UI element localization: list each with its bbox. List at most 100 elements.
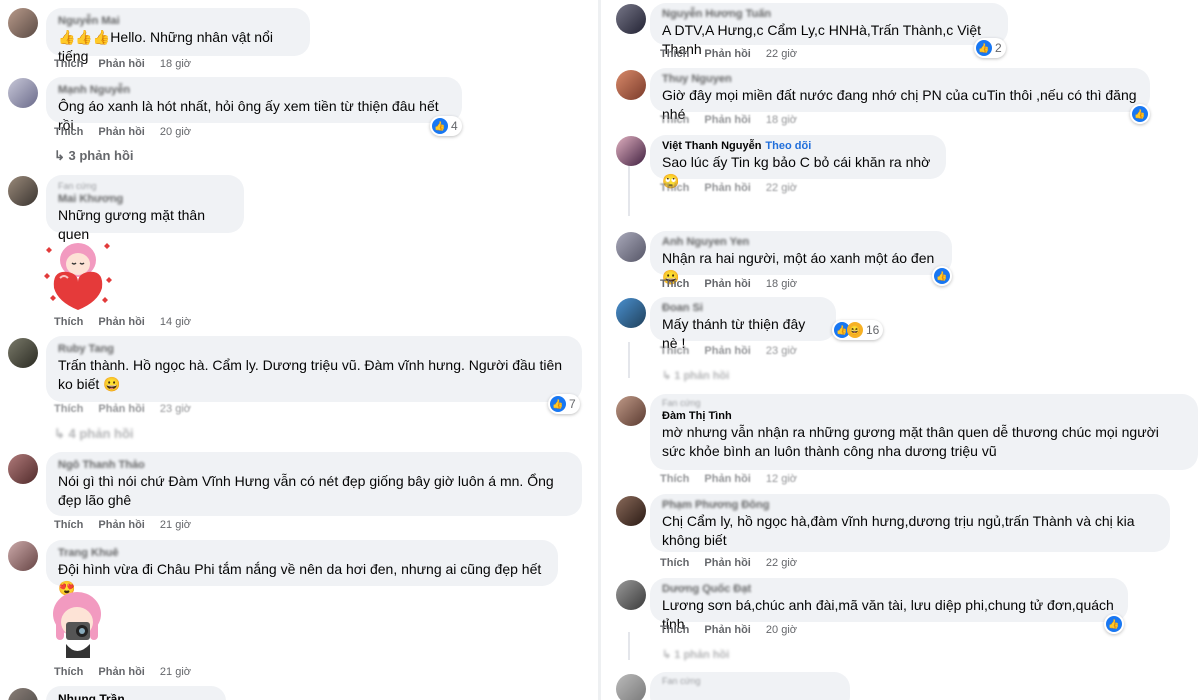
avatar[interactable]	[616, 298, 646, 328]
author-name[interactable]: Mạnh Nguyễn	[58, 83, 450, 97]
reply-button[interactable]: Phản hồi	[98, 519, 144, 531]
avatar[interactable]	[8, 8, 38, 38]
avatar[interactable]	[616, 232, 646, 262]
view-replies-link[interactable]: ↳ 1 phản hồi	[662, 648, 729, 661]
author-name[interactable]: Đoan Si	[662, 301, 824, 315]
timestamp[interactable]: 18 giờ	[766, 114, 797, 126]
comment-bubble: Trang Khuê Đội hình vừa đi Châu Phi tắm …	[46, 540, 558, 596]
author-name[interactable]: Đàm Thị Tình	[662, 409, 1186, 423]
like-button[interactable]: Thích	[660, 624, 689, 636]
reply-button[interactable]: Phản hồi	[704, 473, 750, 485]
reaction-count[interactable]: 👍 2	[974, 38, 1006, 58]
reply-button[interactable]: Phản hồi	[704, 114, 750, 126]
reaction-count[interactable]: 👍	[932, 266, 952, 286]
comment-actions: Thích Phản hồi 18 giờ	[54, 58, 203, 70]
like-button[interactable]: Thích	[54, 666, 83, 678]
reply-button[interactable]: Phản hồi	[98, 666, 144, 678]
reply-button[interactable]: Phản hồi	[98, 316, 144, 328]
timestamp[interactable]: 22 giờ	[766, 557, 797, 569]
like-button[interactable]: Thích	[660, 473, 689, 485]
reaction-count[interactable]: 👍 7	[548, 394, 580, 414]
like-button[interactable]: Thích	[54, 519, 83, 531]
reply-button[interactable]: Phản hồi	[704, 624, 750, 636]
reply-button[interactable]: Phản hồi	[704, 48, 750, 60]
avatar[interactable]	[616, 496, 646, 526]
author-name[interactable]: Anh Nguyen Yen	[662, 235, 940, 249]
like-reaction-icon: 👍	[550, 396, 566, 412]
haha-reaction-icon: 😆	[847, 322, 863, 338]
author-name[interactable]: Ruby Tang	[58, 342, 570, 356]
reply-button[interactable]: Phản hồi	[704, 345, 750, 357]
like-button[interactable]: Thích	[660, 48, 689, 60]
author-name[interactable]: Trang Khuê	[58, 546, 546, 560]
reply-button[interactable]: Phản hồi	[98, 126, 144, 138]
like-button[interactable]: Thích	[660, 557, 689, 569]
avatar[interactable]	[8, 688, 38, 700]
comment-text: Đội hình vừa đi Châu Phi tắm nắng về nên…	[58, 561, 542, 596]
like-button[interactable]: Thích	[660, 345, 689, 357]
author-name[interactable]: Ngô Thanh Thảo	[58, 458, 570, 472]
camera-girl-sticker	[53, 592, 101, 658]
view-replies-link[interactable]: ↳ 3 phản hồi	[54, 148, 134, 164]
avatar[interactable]	[8, 176, 38, 206]
avatar[interactable]	[8, 78, 38, 108]
comment-text: mờ nhưng vẫn nhận ra những gương mặt thâ…	[662, 424, 1159, 459]
author-name[interactable]: Nguyễn Hương Tuấn	[662, 7, 996, 21]
reply-button[interactable]: Phản hồi	[98, 58, 144, 70]
avatar[interactable]	[8, 541, 38, 571]
avatar[interactable]	[8, 338, 38, 368]
author-name[interactable]: Dương Quốc Đạt	[662, 582, 1116, 596]
timestamp[interactable]: 12 giờ	[766, 473, 797, 485]
timestamp[interactable]: 18 giờ	[766, 278, 797, 290]
comments-left-column: Nguyễn Mai 👍👍👍Hello. Những nhân vật nổi …	[0, 0, 600, 700]
timestamp[interactable]: 21 giờ	[160, 519, 191, 531]
avatar[interactable]	[8, 454, 38, 484]
timestamp[interactable]: 14 giờ	[160, 316, 191, 328]
reaction-count[interactable]: 👍 4	[430, 116, 462, 136]
like-button[interactable]: Thích	[54, 126, 83, 138]
avatar[interactable]	[616, 396, 646, 426]
like-button[interactable]: Thích	[54, 316, 83, 328]
timestamp[interactable]: 22 giờ	[766, 48, 797, 60]
comments-right-column: Nguyễn Hương Tuấn A DTV,A Hưng,c Cẩm Ly,…	[600, 0, 1200, 700]
view-replies-link[interactable]: ↳ 4 phản hồi	[54, 426, 134, 442]
view-replies-link[interactable]: ↳ 1 phản hồi	[662, 369, 729, 382]
reaction-count[interactable]: 👍	[1104, 614, 1124, 634]
author-name[interactable]: Nhung Trần	[58, 692, 214, 700]
timestamp[interactable]: 23 giờ	[766, 345, 797, 357]
reaction-count[interactable]: 👍 😆 16	[832, 320, 884, 340]
reaction-count[interactable]: 👍	[1130, 104, 1150, 124]
author-name[interactable]: Mai Khương	[58, 192, 232, 206]
timestamp[interactable]: 21 giờ	[160, 666, 191, 678]
avatar[interactable]	[616, 70, 646, 100]
avatar[interactable]	[616, 674, 646, 700]
like-button[interactable]: Thích	[660, 182, 689, 194]
timestamp[interactable]: 20 giờ	[766, 624, 797, 636]
reply-button[interactable]: Phản hồi	[98, 403, 144, 415]
like-button[interactable]: Thích	[660, 278, 689, 290]
comment-actions: Thích Phản hồi 20 giờ	[54, 126, 203, 138]
reply-button[interactable]: Phản hồi	[704, 557, 750, 569]
comment-bubble: Nguyễn Hương Tuấn A DTV,A Hưng,c Cẩm Ly,…	[650, 3, 1008, 57]
like-button[interactable]: Thích	[660, 114, 689, 126]
author-name[interactable]: Phạm Phương Đông	[662, 498, 1158, 512]
author-name-text[interactable]: Việt Thanh Nguyễn	[662, 140, 761, 152]
like-reaction-icon: 👍	[976, 40, 992, 56]
avatar[interactable]	[616, 136, 646, 166]
avatar[interactable]	[616, 580, 646, 610]
author-name[interactable]: Thuy Nguyen	[662, 72, 1138, 86]
comment-bubble: Phạm Phương Đông Chị Cẩm ly, hồ ngọc hà,…	[650, 494, 1170, 552]
reply-button[interactable]: Phản hồi	[704, 278, 750, 290]
timestamp[interactable]: 23 giờ	[160, 403, 191, 415]
avatar[interactable]	[616, 4, 646, 34]
timestamp[interactable]: 20 giờ	[160, 126, 191, 138]
reaction-number: 2	[995, 41, 1002, 55]
like-button[interactable]: Thích	[54, 58, 83, 70]
reply-button[interactable]: Phản hồi	[704, 182, 750, 194]
timestamp[interactable]: 22 giờ	[766, 182, 797, 194]
timestamp[interactable]: 18 giờ	[160, 58, 191, 70]
follow-button[interactable]: Theo dõi	[765, 140, 811, 152]
like-button[interactable]: Thích	[54, 403, 83, 415]
author-name[interactable]: Nguyễn Mai	[58, 14, 298, 28]
comment-actions: Thích Phản hồi 23 giờ	[660, 345, 809, 357]
